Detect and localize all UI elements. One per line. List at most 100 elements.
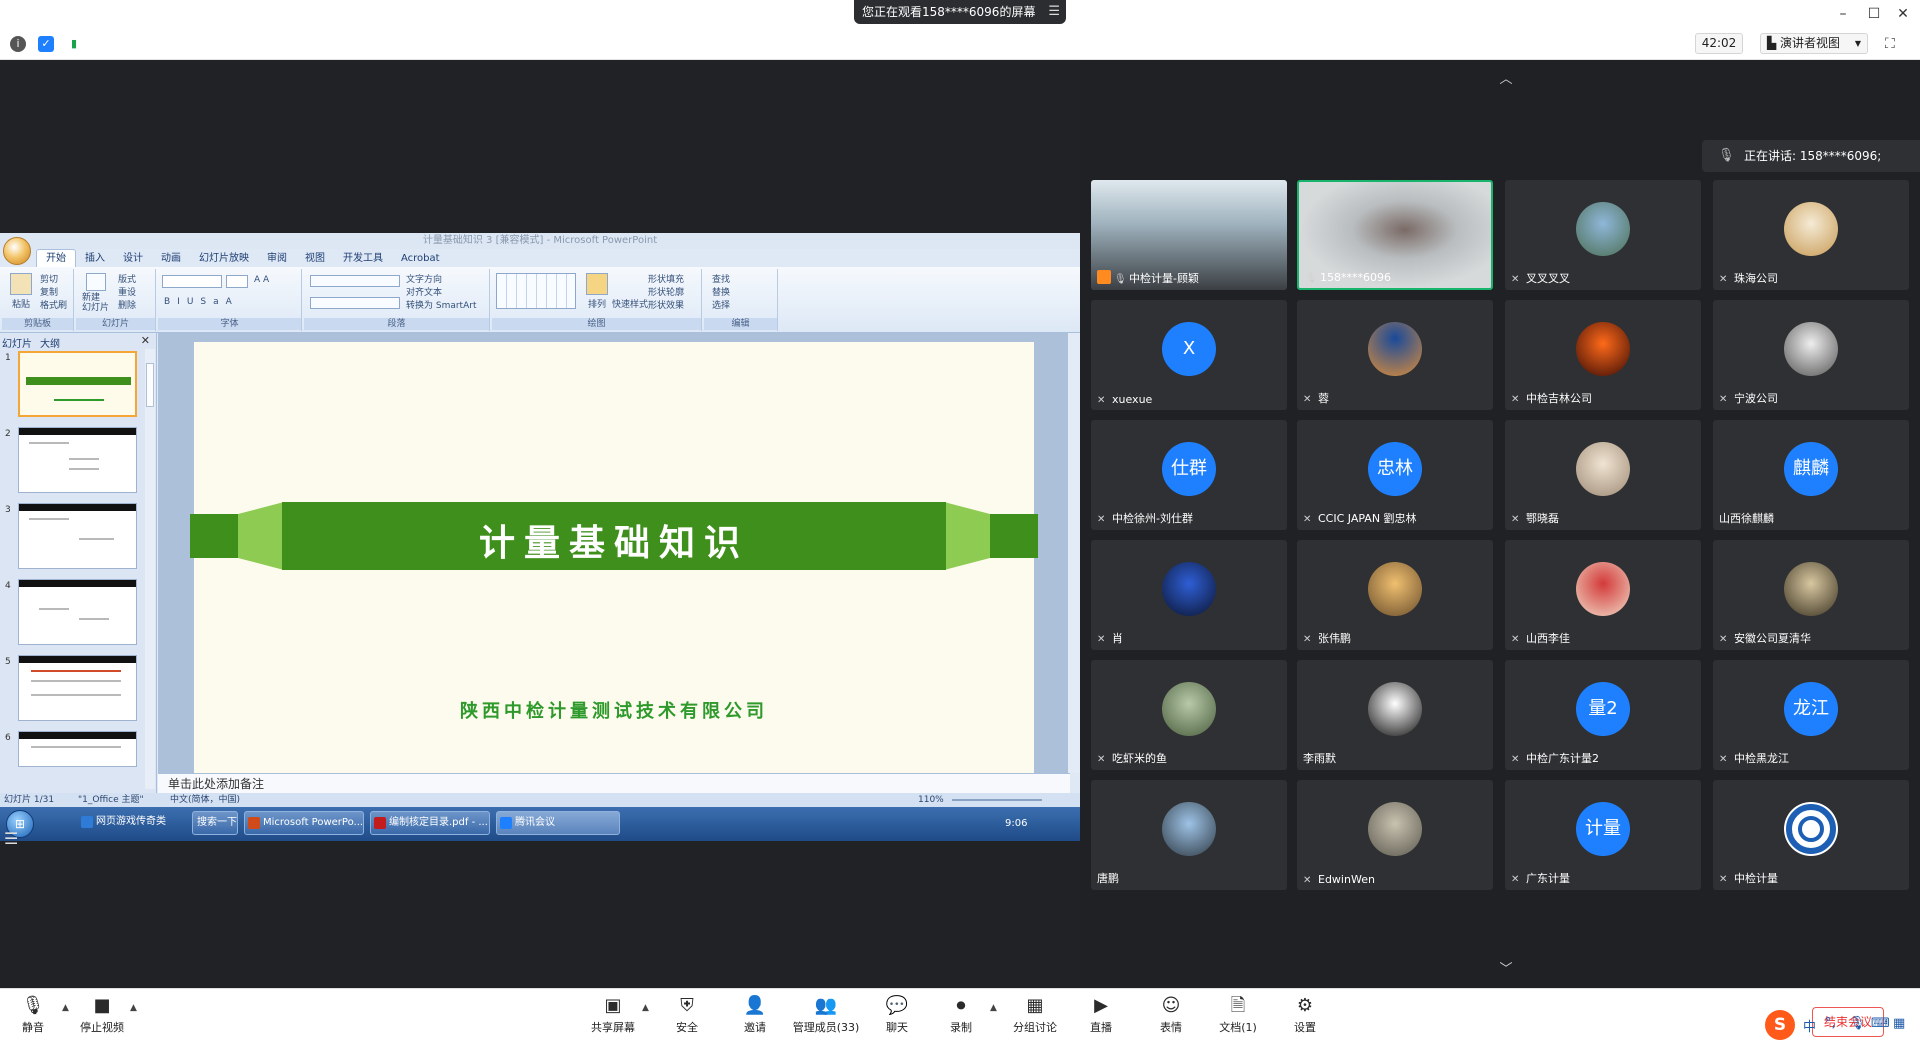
taskbar-search-box[interactable]: 网页游戏传奇类: [78, 811, 188, 835]
breakout-rooms-button[interactable]: ▦ 分组讨论: [1010, 995, 1060, 1039]
format-painter-button[interactable]: 格式刷: [40, 298, 67, 311]
taskbar-item-powerpoint[interactable]: Microsoft PowerPo...: [244, 811, 364, 835]
slide-thumbnail[interactable]: [18, 655, 137, 721]
replace-button[interactable]: 替换: [712, 285, 730, 298]
participant-tile[interactable]: ✕ 叉叉叉叉: [1505, 180, 1701, 290]
chevron-up-icon[interactable]: ▲: [62, 1003, 69, 1013]
participant-tile[interactable]: 🎙 158****6096: [1297, 180, 1493, 290]
cut-button[interactable]: 剪切: [40, 272, 58, 285]
arrange-icon[interactable]: [586, 273, 608, 295]
ribbon-tab-review[interactable]: 审阅: [258, 250, 296, 268]
chevron-up-icon[interactable]: ▲: [990, 1003, 997, 1013]
participant-tile[interactable]: ✕ 山西李佳: [1505, 540, 1701, 650]
new-slide-button[interactable]: 新建 幻灯片: [82, 293, 114, 313]
share-screen-button[interactable]: ▣ 共享屏幕: [588, 995, 638, 1039]
ribbon-tab-home[interactable]: 开始: [36, 249, 76, 267]
list-buttons[interactable]: [310, 275, 400, 287]
slide-thumbnail[interactable]: [18, 579, 137, 645]
thumbnail-scrollbar[interactable]: [145, 349, 155, 789]
settings-button[interactable]: ⚙ 设置: [1290, 995, 1320, 1039]
smartart-button[interactable]: 转换为 SmartArt: [406, 298, 476, 311]
taskbar-search-button[interactable]: 搜索一下: [192, 811, 238, 835]
manage-members-button[interactable]: 👥 管理成员(33): [790, 995, 862, 1039]
taskbar-item-pdf[interactable]: 编制核定目录.pdf - ...: [370, 811, 490, 835]
align-buttons[interactable]: [310, 297, 400, 309]
chevron-up-icon[interactable]: ▲: [642, 1003, 649, 1013]
ribbon-tab-animation[interactable]: 动画: [152, 250, 190, 268]
participant-tile[interactable]: ✕ 宁波公司: [1713, 300, 1909, 410]
stop-video-button[interactable]: ■ 停止视频: [74, 995, 130, 1039]
notes-pane[interactable]: 单击此处添加备注: [158, 773, 1070, 793]
slide-thumbnail[interactable]: [18, 351, 137, 417]
font-format-buttons[interactable]: BIUSaA: [164, 297, 239, 307]
ribbon-tab-insert[interactable]: 插入: [76, 250, 114, 268]
keyboard-icon[interactable]: ⌨: [1871, 1016, 1890, 1031]
participant-tile[interactable]: ✕ EdwinWen: [1297, 780, 1493, 890]
participant-tile[interactable]: ✕ 中检吉林公司: [1505, 300, 1701, 410]
record-button[interactable]: ⏺ 录制: [946, 995, 976, 1039]
paste-icon[interactable]: [10, 273, 32, 295]
pane-tab-outline[interactable]: 大纲: [40, 339, 60, 350]
shield-icon[interactable]: ✓: [38, 36, 54, 52]
ime-language[interactable]: 中: [1803, 1016, 1816, 1035]
participant-tile[interactable]: 唐鹏: [1091, 780, 1287, 890]
close-icon[interactable]: ✕: [141, 334, 150, 347]
participant-tile[interactable]: ✕ 张伟鹏: [1297, 540, 1493, 650]
arrange-button[interactable]: 排列: [588, 297, 606, 310]
ime-toolbar[interactable]: S 中 °, 🎙 ⌨ ▦: [1765, 1010, 1920, 1040]
scroll-handle[interactable]: [146, 363, 154, 407]
chevron-up-icon[interactable]: ▲: [130, 1003, 137, 1013]
chevron-down-icon[interactable]: ﹀: [1496, 958, 1516, 977]
fullscreen-icon[interactable]: ⛶: [1885, 36, 1901, 52]
font-name-select[interactable]: [162, 275, 222, 288]
font-size-select[interactable]: [226, 275, 248, 288]
documents-button[interactable]: 🗎 文档(1): [1218, 995, 1258, 1039]
zoom-slider[interactable]: [952, 799, 1042, 801]
chat-button[interactable]: 💬 聊天: [882, 995, 912, 1039]
ribbon-tab-developer[interactable]: 开发工具: [334, 250, 392, 268]
copy-button[interactable]: 复制: [40, 285, 58, 298]
list-icon[interactable]: ☰: [4, 828, 26, 850]
reset-button[interactable]: 重设: [118, 285, 136, 298]
ribbon-tab-design[interactable]: 设计: [114, 250, 152, 268]
participant-tile[interactable]: ✕ 安徽公司夏清华: [1713, 540, 1909, 650]
share-banner[interactable]: 您正在观看158****6096的屏幕 ☰: [854, 0, 1066, 24]
participant-tile[interactable]: ✕ 蓉: [1297, 300, 1493, 410]
slide-thumbnail[interactable]: [18, 427, 137, 493]
security-button[interactable]: ⛨ 安全: [672, 995, 702, 1039]
chevron-up-icon[interactable]: ︿: [1496, 68, 1516, 87]
view-mode-select[interactable]: ▙ 演讲者视图 ▼: [1760, 33, 1868, 54]
taskbar-item-meeting[interactable]: 腾讯会议: [496, 811, 620, 835]
ribbon-tab-slideshow[interactable]: 幻灯片放映: [190, 250, 258, 268]
new-slide-icon[interactable]: [86, 273, 106, 291]
slide-scrollbar[interactable]: [1068, 333, 1080, 773]
participant-tile[interactable]: 🎙 中检计量-顾颖: [1091, 180, 1287, 290]
paste-button[interactable]: 粘贴: [12, 297, 30, 310]
participant-tile[interactable]: 麒麟 山西徐麒麟: [1713, 420, 1909, 530]
zoom-level[interactable]: 110%: [918, 793, 944, 807]
office-button[interactable]: [3, 237, 31, 265]
participant-tile[interactable]: 忠林 ✕ CCIC JAPAN 劉忠林: [1297, 420, 1493, 530]
pane-tab-slides[interactable]: 幻灯片: [2, 339, 32, 350]
ribbon-tab-acrobat[interactable]: Acrobat: [392, 250, 449, 268]
ribbon-tab-view[interactable]: 视图: [296, 250, 334, 268]
maximize-button[interactable]: ☐: [1863, 4, 1885, 24]
minimize-button[interactable]: –: [1832, 4, 1854, 24]
menu-icon[interactable]: ☰: [1048, 0, 1060, 24]
participant-tile[interactable]: ✕ 鄂晓磊: [1505, 420, 1701, 530]
shape-outline-button[interactable]: 形状轮廓: [648, 285, 684, 298]
shape-fill-button[interactable]: 形状填充: [648, 272, 684, 285]
participant-tile[interactable]: 龙江 ✕ 中检黑龙江: [1713, 660, 1909, 770]
mute-button[interactable]: 🎙 静音: [18, 995, 48, 1039]
ime-punctuation[interactable]: °,: [1825, 1016, 1836, 1031]
slide-thumbnail[interactable]: [18, 503, 137, 569]
invite-button[interactable]: 👤 邀请: [738, 995, 772, 1039]
participant-tile[interactable]: 量2 ✕ 中检广东计量2: [1505, 660, 1701, 770]
participant-tile[interactable]: ✕ 中检计量: [1713, 780, 1909, 890]
microphone-icon[interactable]: 🎙: [1849, 1016, 1866, 1031]
participant-tile[interactable]: 仕群 ✕ 中检徐州-刘仕群: [1091, 420, 1287, 530]
shapes-gallery[interactable]: [496, 273, 576, 309]
font-grow-button[interactable]: A A: [254, 275, 269, 285]
quick-styles-button[interactable]: 快速样式: [612, 297, 648, 310]
sogou-logo-icon[interactable]: S: [1765, 1010, 1795, 1040]
